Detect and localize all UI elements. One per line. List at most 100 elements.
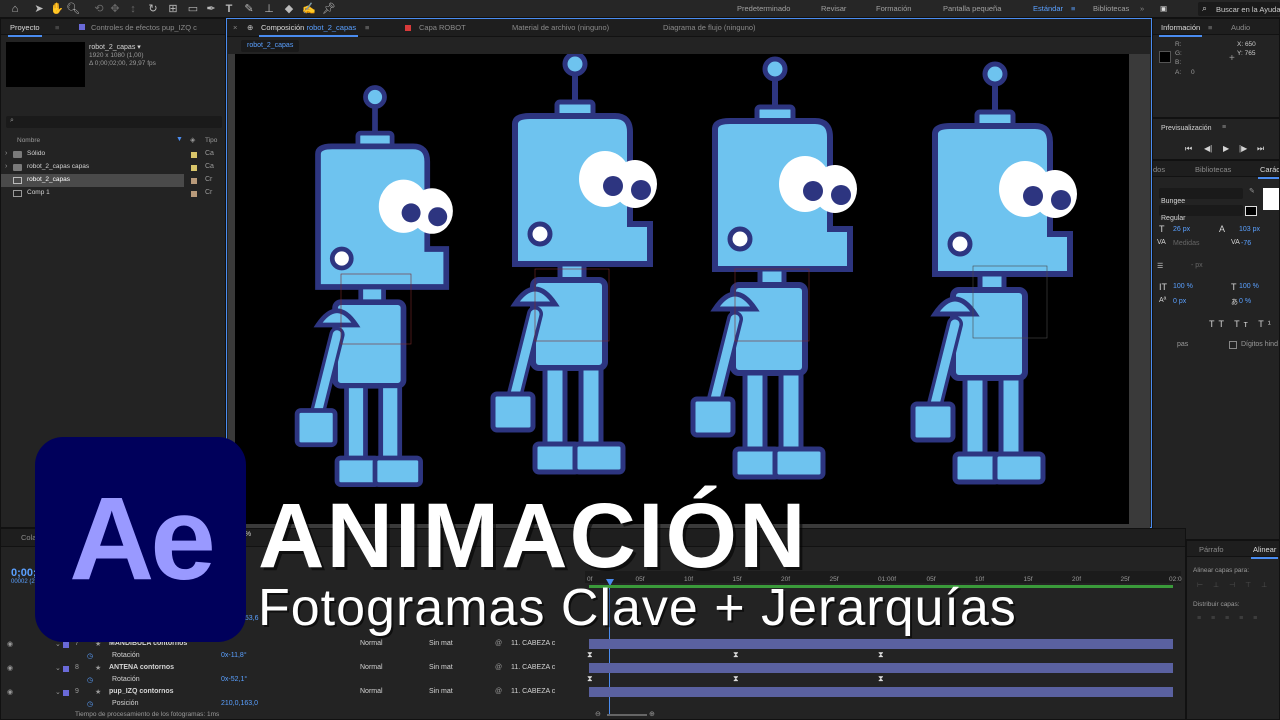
visibility-eye-icon[interactable]: ◉	[7, 664, 13, 672]
parent-pickwhip-icon[interactable]: @	[495, 664, 502, 671]
expand-arrow-icon[interactable]: ⌄	[55, 664, 61, 672]
blend-mode-select[interactable]: Normal	[360, 640, 383, 647]
keyframe[interactable]: ⧗	[878, 674, 884, 684]
keyframe[interactable]: ⧗	[587, 674, 593, 684]
keyframe[interactable]: ⧗	[733, 674, 739, 684]
tab-composicion[interactable]: Composición robot_2_capas	[258, 23, 359, 37]
blend-mode-select[interactable]: Normal	[360, 664, 383, 671]
tsume-value[interactable]: 0 %	[1239, 298, 1251, 305]
blend-mode-select[interactable]: Normal	[360, 688, 383, 695]
property-value[interactable]: 210,0,163,0	[221, 700, 258, 707]
track-matte-select[interactable]: Sin mat	[429, 664, 453, 671]
timeline-layer-row[interactable]: ◉ ⌄ 9 ★ pup_IZQ contornos Normal Sin mat…	[1, 687, 581, 699]
tracking-value[interactable]: -76	[1241, 240, 1251, 247]
project-item-selected[interactable]: robot_2_capas	[1, 174, 184, 187]
expand-arrow-icon[interactable]: ›	[5, 150, 7, 157]
selection-tool-icon[interactable]: ➤	[32, 2, 46, 16]
zoom-tool-icon[interactable]: 🔍︎	[66, 2, 80, 16]
keyframe[interactable]: ⧗	[733, 650, 739, 660]
first-frame-icon[interactable]: ⏮	[1185, 144, 1192, 154]
panel-menu-icon[interactable]: ≡	[1208, 23, 1212, 32]
help-search-input[interactable]: ⌕ Buscar en la Ayuda	[1198, 2, 1280, 16]
stroke-swatch[interactable]	[1245, 206, 1257, 216]
keyframe[interactable]: ⧗	[587, 650, 593, 660]
clone-stamp-icon[interactable]: ⊥	[262, 2, 276, 16]
hindi-digits-checkbox[interactable]	[1229, 341, 1237, 349]
play-icon[interactable]: ▶	[1223, 144, 1229, 153]
eraser-tool-icon[interactable]: ◆	[282, 2, 296, 16]
sort-arrow-icon[interactable]: ▼	[176, 136, 183, 143]
project-item[interactable]: Comp 1 Cr	[1, 187, 225, 200]
type-tool-icon[interactable]: T	[222, 2, 236, 16]
project-search-input[interactable]: ⌕	[6, 116, 222, 128]
track-matte-select[interactable]: Sin mat	[429, 640, 453, 647]
stopwatch-icon[interactable]: ◷	[87, 676, 93, 684]
timeline-property-row[interactable]: ◷ Rotación 0x-52,1°	[1, 675, 581, 687]
rotate-tool-icon[interactable]: ↻	[146, 2, 160, 16]
property-value[interactable]: 0x-52,1°	[221, 676, 247, 683]
expand-arrow-icon[interactable]: ›	[5, 163, 7, 170]
eyedropper-icon[interactable]: ✎	[1249, 187, 1255, 195]
roto-brush-icon[interactable]: ✍	[302, 2, 316, 16]
pan-tool-icon[interactable]: ✥	[108, 2, 122, 16]
workspace-revisar[interactable]: Revisar	[821, 4, 846, 13]
stroke-width-value[interactable]: - px	[1191, 262, 1203, 269]
align-buttons[interactable]: ⊢ ⊥ ⊣ ⊤ ⊥	[1197, 581, 1271, 589]
distribute-buttons[interactable]: ≡ ≡ ≡ ≡ ≡	[1197, 615, 1261, 622]
visibility-eye-icon[interactable]: ◉	[7, 640, 13, 648]
tab-material[interactable]: Material de archivo (ninguno)	[512, 23, 609, 32]
workspace-formacion[interactable]: Formación	[876, 4, 911, 13]
parent-pickwhip-icon[interactable]: @	[495, 640, 502, 647]
tab-parrafo-partial[interactable]: dos	[1153, 165, 1165, 174]
visibility-eye-icon[interactable]: ◉	[7, 688, 13, 696]
workspace-predeterminado[interactable]: Predeterminado	[737, 4, 790, 13]
tab-caracter[interactable]: Caráct	[1257, 165, 1279, 179]
baseline-value[interactable]: 0 px	[1173, 298, 1186, 305]
next-frame-icon[interactable]: |▶	[1239, 144, 1247, 153]
tab-proyecto[interactable]: Proyecto	[8, 23, 42, 37]
stopwatch-icon[interactable]: ◷	[87, 700, 93, 708]
font-style-select[interactable]: Regular	[1159, 205, 1243, 222]
timeline-property-row[interactable]: ◷ Posición 210,0,163,0	[1, 699, 581, 711]
vertical-scale-value[interactable]: 100 %	[1173, 283, 1193, 290]
timeline-layer-row[interactable]: ◉ ⌄ 8 ★ ANTENA contornos Normal Sin mat …	[1, 663, 581, 675]
type-style-buttons[interactable]: TT Tт T¹ T₁	[1209, 319, 1279, 329]
parent-select[interactable]: 11. CABEZA c	[511, 688, 555, 695]
hand-tool-icon[interactable]: ✋	[50, 2, 64, 16]
tab-audio[interactable]: Audio	[1231, 23, 1250, 32]
rectangle-tool-icon[interactable]: ▭	[186, 2, 200, 16]
close-icon[interactable]: ×	[233, 23, 237, 32]
workspace-menu-icon[interactable]: ≡	[1071, 4, 1075, 13]
parent-pickwhip-icon[interactable]: @	[495, 688, 502, 695]
column-tipo[interactable]: Tipo	[205, 137, 217, 144]
layer-duration-bar[interactable]	[589, 663, 1173, 673]
last-frame-icon[interactable]: ⏭	[1257, 144, 1264, 154]
layer-name[interactable]: pup_IZQ contornos	[109, 688, 174, 695]
brush-tool-icon[interactable]: ✎	[242, 2, 256, 16]
dolly-tool-icon[interactable]: ↕	[126, 2, 140, 16]
orbit-tool-icon[interactable]: ⟲	[92, 2, 106, 16]
timeline-zoom-slider[interactable]	[607, 714, 647, 716]
pan-behind-icon[interactable]: ⊞	[166, 2, 180, 16]
expand-arrow-icon[interactable]: ⌄	[55, 688, 61, 696]
zoom-in-icon[interactable]: ⊕	[649, 710, 655, 718]
parent-select[interactable]: 11. CABEZA c	[511, 640, 555, 647]
comp-canvas[interactable]	[235, 54, 1129, 524]
tab-informacion[interactable]: Información	[1158, 23, 1203, 37]
panel-menu-icon[interactable]: ≡	[55, 23, 59, 32]
parent-select[interactable]: 11. CABEZA c	[511, 664, 555, 671]
workspace-pantalla-pequena[interactable]: Pantalla pequeña	[943, 4, 1001, 13]
layer-duration-bar[interactable]	[589, 687, 1173, 697]
font-size-value[interactable]: 26 px	[1173, 226, 1190, 233]
lock-icon[interactable]: ⊕	[247, 23, 253, 32]
column-nombre[interactable]: Nombre	[17, 137, 40, 144]
prev-frame-icon[interactable]: ◀|	[1204, 144, 1212, 153]
property-value[interactable]: 0x-11,8°	[221, 652, 247, 659]
track-matte-select[interactable]: Sin mat	[429, 688, 453, 695]
tab-diagrama[interactable]: Diagrama de flujo (ninguno)	[663, 23, 756, 32]
tab-controles-efectos[interactable]: Controles de efectos pup_IZQ c	[91, 23, 197, 32]
tab-alinear[interactable]: Alinear	[1250, 545, 1279, 559]
project-item[interactable]: › Sólido Ca	[1, 148, 225, 161]
layer-duration-bar[interactable]	[589, 639, 1173, 649]
label-tag-icon[interactable]: ◈	[190, 136, 195, 144]
